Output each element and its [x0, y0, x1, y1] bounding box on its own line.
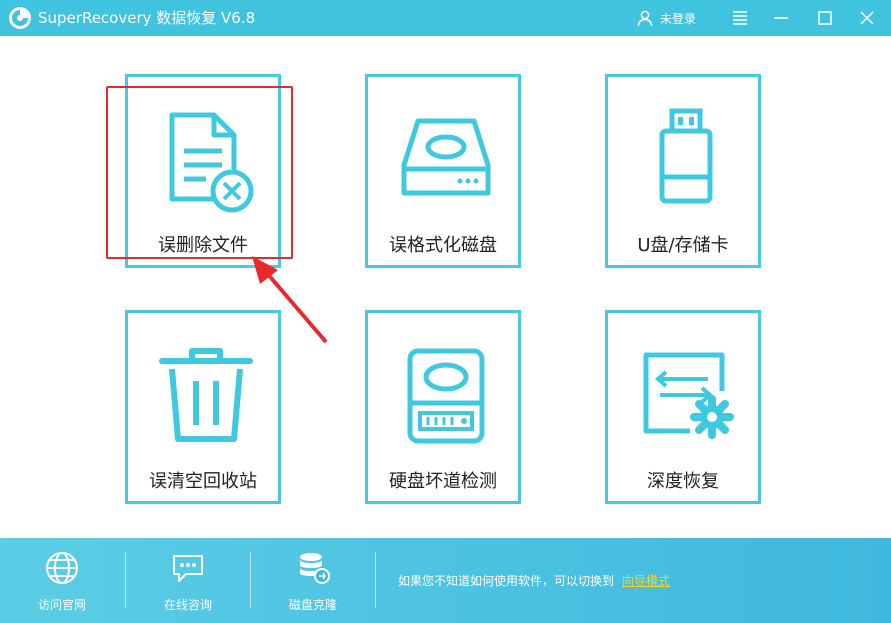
close-icon [860, 11, 874, 25]
menu-button[interactable] [726, 4, 754, 32]
usb-drive-icon [659, 108, 713, 204]
tile-bad-sector-scan[interactable]: 硬盘坏道检测 [365, 310, 521, 504]
tile-label: 误格式化磁盘 [389, 235, 497, 256]
tile-label: 硬盘坏道检测 [389, 471, 497, 492]
chat-icon [173, 555, 203, 582]
app-logo-icon [9, 7, 31, 29]
mode-hint-text: 如果您不知道如何使用软件，可以切换到 [398, 574, 615, 588]
menu-icon [733, 11, 747, 25]
maximize-button[interactable] [811, 4, 839, 32]
footer-divider [375, 552, 376, 608]
format-disk-icon [401, 118, 491, 196]
tile-deleted-files[interactable]: 误删除文件 [125, 74, 281, 268]
maximize-icon [818, 11, 832, 25]
tile-label: 误清空回收站 [149, 471, 257, 492]
tile-format-disk[interactable]: 误格式化磁盘 [365, 74, 521, 268]
globe-icon [46, 552, 78, 584]
hard-disk-icon [407, 348, 485, 444]
footer-bar: 访问官网 在线咨询 磁盘克隆 如果您不知道如何使用软件，可以切换到 向导模式 [0, 538, 891, 623]
footer-disk-clone[interactable]: 磁盘克隆 [251, 538, 375, 623]
footer-item-label: 访问官网 [37, 598, 86, 612]
database-icon [300, 553, 330, 584]
tile-label: 深度恢复 [647, 471, 719, 492]
login-button[interactable]: 未登录 [636, 6, 696, 30]
minimize-icon [774, 17, 788, 19]
footer-item-label: 在线咨询 [163, 598, 212, 612]
login-status: 未登录 [660, 11, 697, 26]
minimize-button[interactable] [767, 4, 795, 32]
deep-recovery-icon [643, 352, 734, 439]
deleted-file-icon [169, 112, 254, 213]
user-icon [637, 10, 653, 27]
tile-label: 误删除文件 [158, 235, 248, 256]
footer-visit-website[interactable]: 访问官网 [0, 538, 124, 623]
close-button[interactable] [853, 4, 881, 32]
mode-hint: 如果您不知道如何使用软件，可以切换到 向导模式 [398, 572, 670, 589]
footer-item-label: 磁盘克隆 [288, 598, 337, 612]
app-title: SuperRecovery 数据恢复 V6.8 [38, 9, 256, 27]
tile-deep-recovery[interactable]: 深度恢复 [605, 310, 761, 504]
guide-mode-link[interactable]: 向导模式 [622, 574, 670, 588]
trash-bin-icon [159, 348, 253, 442]
footer-online-chat[interactable]: 在线咨询 [126, 538, 250, 623]
tile-usb-storage[interactable]: U盘/存储卡 [605, 74, 761, 268]
tile-label: U盘/存储卡 [637, 235, 729, 256]
tile-recycle-bin[interactable]: 误清空回收站 [125, 310, 281, 504]
title-bar: SuperRecovery 数据恢复 V6.8 未登录 [0, 0, 891, 36]
